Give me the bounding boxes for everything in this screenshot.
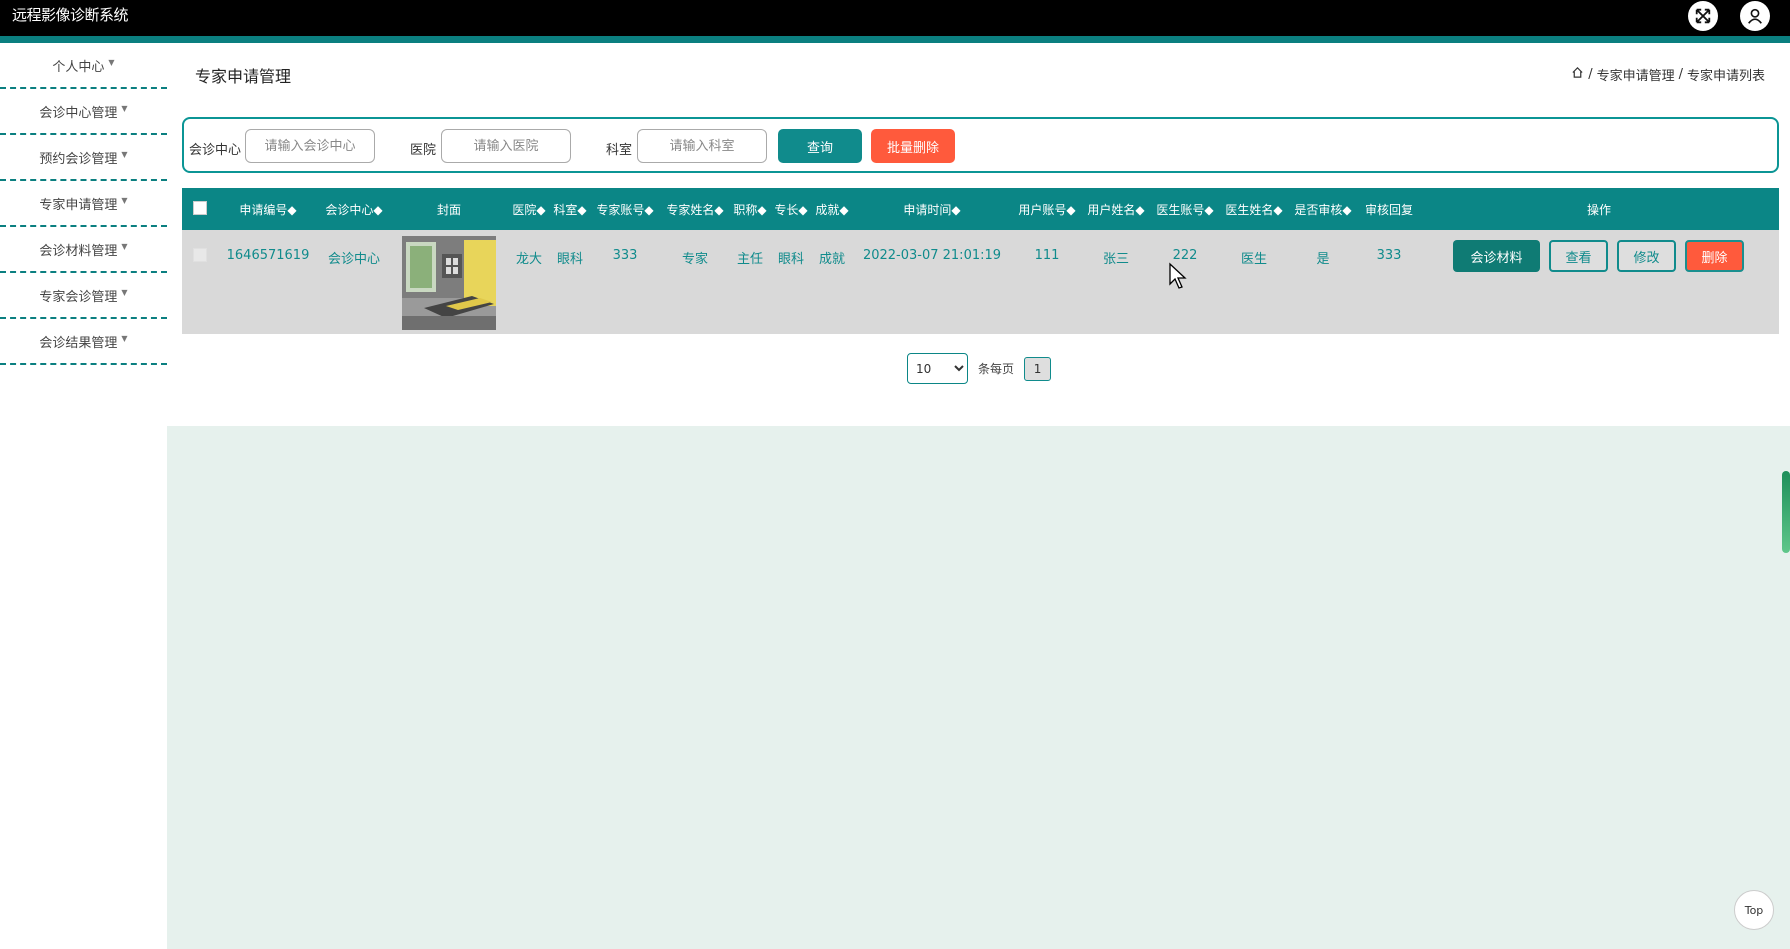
cell-id: 1646571619 (226, 248, 310, 263)
home-icon[interactable] (1571, 66, 1584, 83)
hospital-label: 医院 (410, 143, 437, 158)
sidebar-item-label: 会诊结果管理 (39, 335, 118, 351)
page-number-button[interactable]: 1 (1024, 356, 1052, 381)
top-bar: 远程影像诊断系统 (0, 0, 1790, 43)
content-background (167, 426, 1790, 949)
th-reviewed[interactable]: 是否审核◆ (1294, 201, 1351, 218)
select-all-checkbox[interactable] (193, 201, 207, 215)
batch-delete-button[interactable]: 批量删除 (871, 129, 955, 163)
caret-down-icon: ▼ (121, 195, 128, 205)
caret-down-icon: ▼ (121, 103, 128, 113)
sidebar: 个人中心 ▼ 会诊中心管理 ▼ 预约会诊管理 ▼ 专家申请管理 ▼ 会诊材料管理 ▼ 专家… (0, 43, 167, 365)
search-panel: 会诊中心 医院 科室 查询 批量删除 (182, 117, 1779, 173)
sidebar-item-label: 专家申请管理 (39, 197, 118, 213)
center-label: 会诊中心 (189, 143, 242, 158)
sidebar-item-label: 预约会诊管理 (39, 151, 118, 167)
sidebar-item-materials[interactable]: 会诊材料管理 ▼ (0, 227, 167, 273)
cell-expert-name: 专家 (681, 252, 709, 267)
sidebar-item-label: 个人中心 (52, 59, 105, 75)
breadcrumb-item: 专家申请列表 (1686, 69, 1765, 84)
hospital-search-input[interactable] (441, 129, 571, 163)
cell-hospital: 龙大 (515, 252, 543, 267)
cell-apply-time: 2022-03-07 21:01:19 (862, 248, 1002, 263)
mouse-cursor-icon (1169, 262, 1187, 289)
caret-down-icon: ▼ (108, 57, 115, 67)
th-achievement[interactable]: 成就◆ (815, 201, 848, 218)
table-header: 申请编号◆ 会诊中心◆ 封面 医院◆ 科室◆ 专家账号◆ 专家姓名◆ 职称◆ 专… (182, 188, 1779, 230)
th-id[interactable]: 申请编号◆ (239, 201, 296, 218)
caret-down-icon: ▼ (121, 241, 128, 251)
center-search-input[interactable] (245, 129, 375, 163)
th-doctor-name[interactable]: 医生姓名◆ (1225, 201, 1282, 218)
th-expert-name[interactable]: 专家姓名◆ (666, 201, 723, 218)
sidebar-item-label: 会诊材料管理 (39, 243, 118, 259)
table-row: 1646571619 会诊中心 龙大 眼科 333 专家 主任 眼科 成就 20… (182, 230, 1779, 334)
user-avatar-icon[interactable] (1740, 1, 1770, 31)
th-center[interactable]: 会诊中心◆ (325, 201, 382, 218)
cell-dept: 眼科 (556, 252, 584, 267)
th-user-name[interactable]: 用户姓名◆ (1087, 201, 1144, 218)
breadcrumb-item[interactable]: 专家申请管理 (1597, 65, 1675, 84)
sidebar-item-appointment[interactable]: 预约会诊管理 ▼ (0, 135, 167, 181)
th-apply-time[interactable]: 申请时间◆ (903, 201, 960, 218)
th-doctor-account[interactable]: 医生账号◆ (1156, 201, 1213, 218)
cell-review-reply: 333 (1376, 248, 1402, 263)
cell-doctor-account: 222 (1172, 248, 1198, 263)
cell-user-account: 111 (1034, 248, 1060, 263)
th-dept[interactable]: 科室◆ (553, 201, 586, 218)
page-size-select[interactable]: 10 (907, 353, 968, 384)
cell-center: 会诊中心 (327, 252, 381, 267)
sidebar-item-label: 会诊中心管理 (39, 105, 118, 121)
sidebar-item-results[interactable]: 会诊结果管理 ▼ (0, 319, 167, 365)
breadcrumb: / 专家申请管理 / 专家申请列表 (1571, 65, 1765, 84)
cell-expert-account: 333 (612, 248, 638, 263)
query-button[interactable]: 查询 (778, 129, 862, 163)
dept-search-input[interactable] (637, 129, 767, 163)
cell-reviewed: 是 (1316, 252, 1330, 267)
th-actions: 操作 (1586, 203, 1612, 217)
expert-application-table: 申请编号◆ 会诊中心◆ 封面 医院◆ 科室◆ 专家账号◆ 专家姓名◆ 职称◆ 专… (182, 188, 1779, 334)
pagination: 10 条每页 1 (907, 353, 1052, 384)
scrollbar-thumb[interactable] (1782, 471, 1790, 553)
view-button[interactable]: 查看 (1549, 240, 1608, 272)
fullscreen-icon[interactable] (1688, 1, 1718, 31)
cell-doctor-name: 医生 (1240, 252, 1268, 267)
per-page-label: 条每页 (978, 362, 1015, 376)
app-title: 远程影像诊断系统 (12, 6, 129, 24)
cell-achievement: 成就 (818, 252, 846, 267)
th-hospital[interactable]: 医院◆ (512, 201, 545, 218)
th-user-account[interactable]: 用户账号◆ (1018, 201, 1075, 218)
cell-user-name: 张三 (1102, 252, 1130, 267)
delete-button[interactable]: 删除 (1685, 240, 1744, 272)
sidebar-item-expert-application[interactable]: 专家申请管理 ▼ (0, 181, 167, 227)
th-title[interactable]: 职称◆ (733, 201, 766, 218)
row-checkbox[interactable] (193, 248, 207, 262)
caret-down-icon: ▼ (121, 333, 128, 343)
sidebar-item-personal-center[interactable]: 个人中心 ▼ (0, 43, 167, 89)
cell-specialty: 眼科 (777, 252, 805, 267)
cell-title: 主任 (736, 252, 764, 267)
th-specialty[interactable]: 专长◆ (774, 201, 807, 218)
sidebar-item-label: 专家会诊管理 (39, 289, 118, 305)
cover-image (402, 236, 496, 330)
back-to-top-button[interactable]: Top (1734, 890, 1774, 930)
consult-materials-button[interactable]: 会诊材料 (1453, 240, 1540, 272)
sidebar-item-expert-consult[interactable]: 专家会诊管理 ▼ (0, 273, 167, 319)
edit-button[interactable]: 修改 (1617, 240, 1676, 272)
th-cover: 封面 (436, 203, 462, 217)
top-accent-strip (0, 36, 1790, 43)
caret-down-icon: ▼ (121, 149, 128, 159)
sidebar-item-consult-center[interactable]: 会诊中心管理 ▼ (0, 89, 167, 135)
caret-down-icon: ▼ (121, 287, 128, 297)
page-title: 专家申请管理 (195, 67, 292, 86)
dept-label: 科室 (606, 143, 633, 158)
th-review-reply: 审核回复 (1364, 203, 1414, 217)
th-expert-account[interactable]: 专家账号◆ (596, 201, 653, 218)
